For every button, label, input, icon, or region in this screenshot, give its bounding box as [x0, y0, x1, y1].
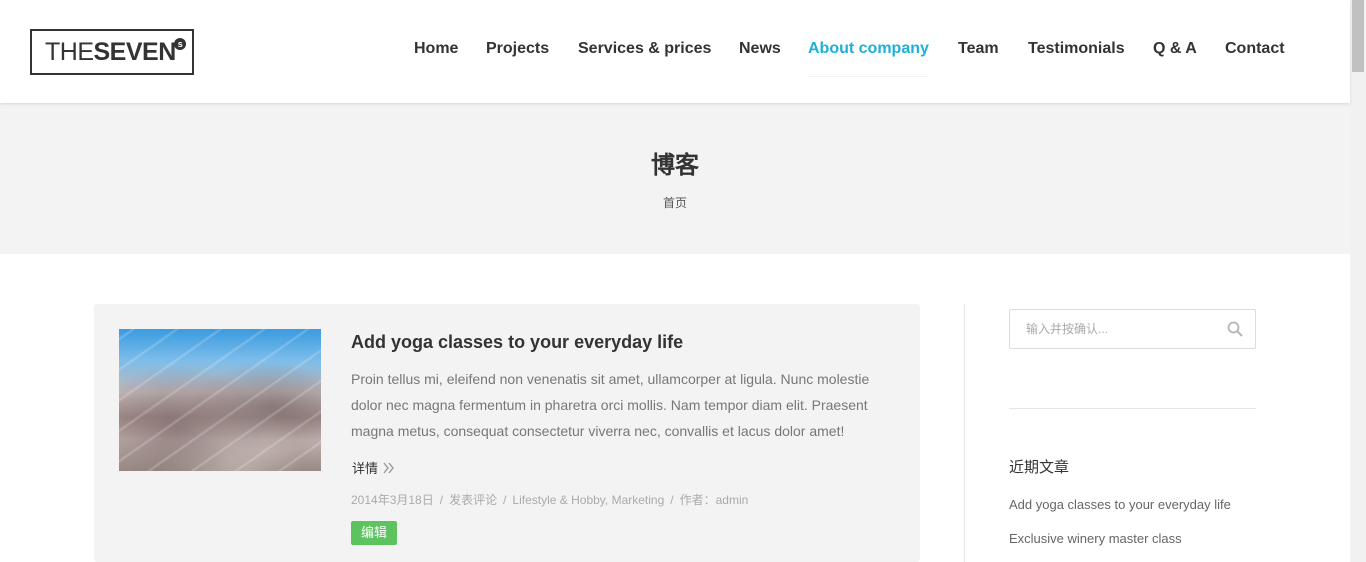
nav-item-about-company[interactable]: About company: [808, 40, 929, 77]
post-date[interactable]: 2014年3月18日: [351, 493, 434, 507]
post-meta: 2014年3月18日 / 发表评论 / Lifestyle & Hobby, Marke…: [351, 493, 749, 507]
widget-divider: [1009, 408, 1256, 409]
edit-button[interactable]: 编辑: [351, 521, 398, 545]
main-nav: Home Projects Services & prices News Abo…: [0, 40, 1350, 77]
read-more-link[interactable]: 详情: [352, 458, 396, 477]
nav-item-team[interactable]: Team: [958, 40, 999, 58]
page-title: 博客: [651, 150, 699, 179]
read-more-label: 详情: [352, 461, 379, 476]
post-categories[interactable]: Lifestyle & Hobby, Marketing: [512, 493, 664, 507]
search-icon[interactable]: [1227, 321, 1243, 337]
post-thumbnail[interactable]: [119, 329, 321, 471]
search-box: [1009, 309, 1256, 349]
page-title-bar: 博客 首页: [0, 103, 1350, 254]
nav-item-services-prices[interactable]: Services & prices: [578, 40, 711, 58]
breadcrumb: 首页: [0, 194, 1350, 211]
post-title[interactable]: Add yoga classes to your everyday life: [351, 332, 683, 353]
page-scrollbar[interactable]: [1350, 0, 1366, 562]
nav-item-news[interactable]: News: [739, 40, 781, 58]
nav-item-testimonials[interactable]: Testimonials: [1028, 40, 1125, 58]
nav-item-qa[interactable]: Q & A: [1153, 40, 1197, 58]
post-author[interactable]: 作者：admin: [680, 493, 749, 507]
recent-posts-title: 近期文章: [1009, 459, 1070, 476]
recent-post-item[interactable]: Add yoga classes to your everyday life: [1009, 497, 1231, 512]
nav-item-projects[interactable]: Projects: [486, 40, 549, 58]
recent-post-item[interactable]: Exclusive winery master class: [1009, 531, 1182, 546]
search-input[interactable]: [1010, 310, 1215, 348]
sidebar-divider: [964, 304, 965, 562]
post-excerpt: Proin tellus mi, eleifend non venenatis …: [351, 371, 870, 439]
nav-item-contact[interactable]: Contact: [1225, 40, 1285, 58]
scrollbar-thumb[interactable]: [1352, 0, 1364, 72]
nav-item-home[interactable]: Home: [414, 40, 458, 58]
blog-post-card: Add yoga classes to your everyday life P…: [94, 304, 920, 562]
double-chevron-right-icon: [382, 462, 396, 474]
post-comments-link[interactable]: 发表评论: [449, 493, 497, 507]
breadcrumb-home[interactable]: 首页: [663, 196, 687, 210]
site-header: THE SEVEN s Home Projects Services & pric…: [0, 0, 1350, 103]
